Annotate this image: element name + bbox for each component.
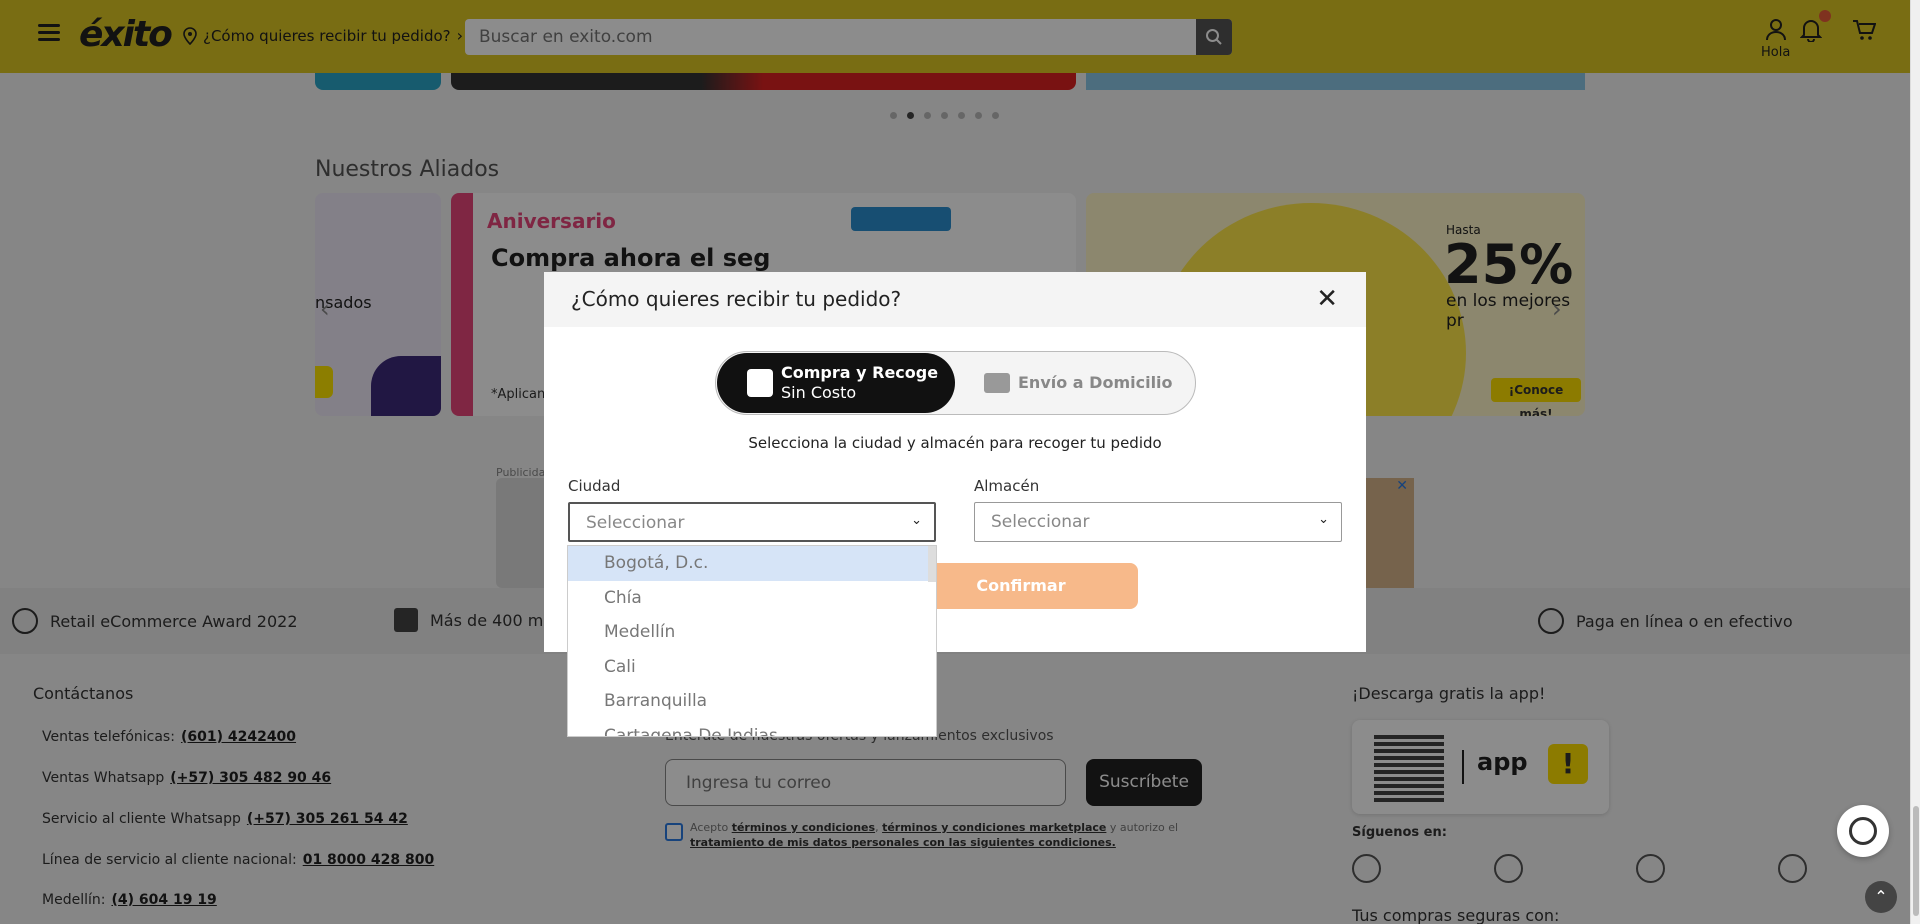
- pickup-option-button[interactable]: Compra y Recoge Sin Costo: [717, 353, 955, 413]
- modal-header: ¿Cómo quieres recibir tu pedido? ✕: [544, 272, 1366, 327]
- chevron-down-icon: ⌄: [1318, 512, 1329, 527]
- confirm-button[interactable]: Confirmar: [904, 563, 1138, 609]
- city-option[interactable]: Chía: [568, 581, 936, 616]
- pickup-option-label: Compra y Recoge: [781, 363, 939, 382]
- scrollbar-thumb[interactable]: [1913, 806, 1919, 916]
- whatsapp-chat-button[interactable]: [1837, 805, 1889, 857]
- chevron-up-icon: ⌃: [1874, 887, 1888, 906]
- close-icon[interactable]: ✕: [1316, 284, 1338, 314]
- chevron-down-icon: ⌄: [911, 513, 922, 528]
- city-option[interactable]: Medellín: [568, 615, 936, 650]
- dropdown-scrollbar[interactable]: [928, 546, 936, 582]
- scroll-to-top-button[interactable]: ⌃: [1865, 881, 1897, 913]
- delivery-method-toggle: Compra y Recoge Sin Costo Envío a Domici…: [715, 351, 1196, 415]
- store-select[interactable]: Seleccionar ⌄: [974, 502, 1342, 542]
- city-select[interactable]: Seleccionar ⌄: [568, 502, 936, 542]
- truck-icon: [984, 373, 1010, 393]
- city-option[interactable]: Bogotá, D.c.: [568, 546, 936, 581]
- store-label: Almacén: [974, 477, 1040, 495]
- city-option[interactable]: Cartagena De Indias: [568, 719, 936, 737]
- page-scrollbar[interactable]: [1910, 0, 1920, 924]
- modal-title: ¿Cómo quieres recibir tu pedido?: [571, 287, 902, 311]
- home-delivery-option-button[interactable]: Envío a Domicilio: [956, 353, 1194, 413]
- modal-instructions: Selecciona la ciudad y almacén para reco…: [748, 434, 1162, 452]
- city-select-value: Seleccionar: [586, 513, 685, 533]
- city-option[interactable]: Cali: [568, 650, 936, 685]
- pickup-option-sublabel: Sin Costo: [781, 383, 857, 402]
- store-select-value: Seleccionar: [991, 512, 1090, 532]
- city-label: Ciudad: [568, 477, 621, 495]
- shopping-bag-icon: [747, 369, 773, 397]
- whatsapp-icon: [1849, 817, 1877, 845]
- home-delivery-label: Envío a Domicilio: [1018, 373, 1173, 392]
- city-option[interactable]: Barranquilla: [568, 684, 936, 719]
- city-dropdown-list: Bogotá, D.c. Chía Medellín Cali Barranqu…: [567, 545, 937, 737]
